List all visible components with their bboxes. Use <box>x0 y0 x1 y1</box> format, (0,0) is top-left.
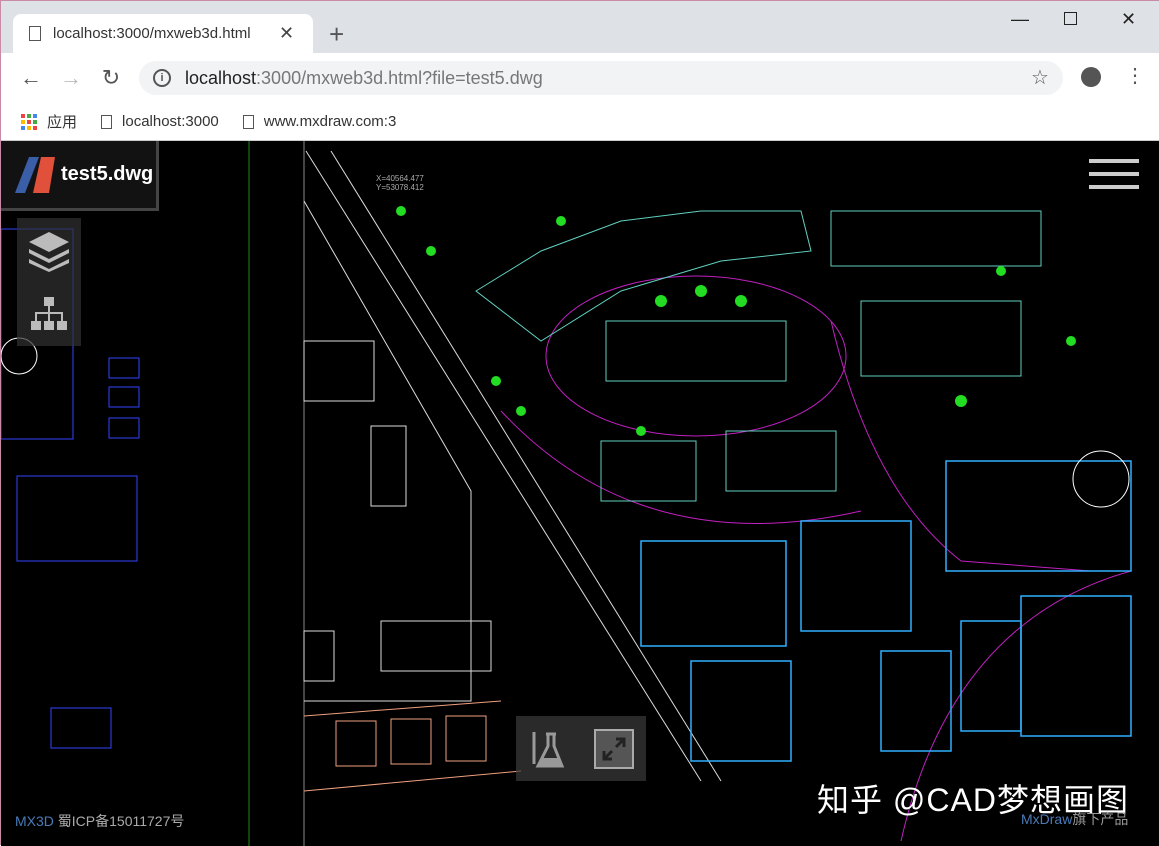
tab-title: localhost:3000/mxweb3d.html <box>53 25 269 42</box>
reload-button[interactable]: ↻ <box>91 65 131 91</box>
mx-logo-icon <box>15 157 55 193</box>
minimize-button[interactable]: — <box>1011 9 1029 30</box>
url-path: :3000/mxweb3d.html?file=test5.dwg <box>256 68 543 89</box>
structure-tree-button[interactable] <box>17 282 81 346</box>
browser-menu-icon[interactable]: ⋮ <box>1125 63 1145 88</box>
bottom-toolbar <box>516 716 646 781</box>
file-name: test5.dwg <box>61 163 153 186</box>
bookmark-label: 应用 <box>47 111 77 132</box>
bookmark-localhost[interactable]: localhost:3000 <box>101 113 219 130</box>
tab-strip: localhost:3000/mxweb3d.html ✕ + — ✕ <box>1 1 1159 53</box>
cad-viewer[interactable]: X=40564.477 Y=53078.412 test5.dwg 知乎 @CA… <box>1 141 1159 846</box>
footer-right: MxDraw旗下产品 <box>1021 809 1128 829</box>
close-window-button[interactable]: ✕ <box>1121 9 1136 30</box>
page-icon <box>101 115 112 129</box>
mxdraw-link[interactable]: MxDraw <box>1021 811 1072 827</box>
bookmarks-bar: 应用 localhost:3000 www.mxdraw.com:3 <box>1 103 1159 141</box>
new-tab-button[interactable]: + <box>329 19 344 50</box>
layers-button[interactable] <box>17 218 81 282</box>
url-host: localhost <box>185 68 256 89</box>
tree-hierarchy-icon <box>31 297 67 331</box>
footer-brand-link[interactable]: MX3D <box>15 813 54 829</box>
flask-lab-icon[interactable] <box>528 728 570 770</box>
footer-product-text: 旗下产品 <box>1072 811 1128 827</box>
footer-icp[interactable]: 蜀ICP备15011727号 <box>58 813 185 829</box>
bookmark-mxdraw[interactable]: www.mxdraw.com:3 <box>243 113 404 130</box>
bookmark-label: www.mxdraw.com:3 <box>264 113 404 130</box>
close-tab-icon[interactable]: ✕ <box>279 23 294 44</box>
info-icon[interactable]: i <box>153 69 171 87</box>
bookmark-label: localhost:3000 <box>122 113 219 130</box>
footer-left: MX3D 蜀ICP备15011727号 <box>15 811 184 831</box>
fullscreen-icon[interactable] <box>594 729 634 769</box>
apps-grid-icon <box>21 114 37 130</box>
layers-icon <box>27 228 71 272</box>
maximize-button[interactable] <box>1064 12 1077 25</box>
address-bar[interactable]: i localhost :3000/mxweb3d.html?file=test… <box>139 61 1063 95</box>
back-button[interactable]: ← <box>11 65 51 91</box>
bookmark-apps[interactable]: 应用 <box>21 111 77 132</box>
file-title-box: test5.dwg <box>1 141 159 211</box>
coord-y-label: Y=53078.412 <box>376 183 424 192</box>
profile-avatar[interactable] <box>1081 67 1101 87</box>
hamburger-menu-icon[interactable] <box>1089 159 1139 198</box>
bookmark-star-icon[interactable]: ☆ <box>1031 65 1049 90</box>
browser-toolbar: ← → ↻ i localhost :3000/mxweb3d.html?fil… <box>1 53 1159 103</box>
browser-tab[interactable]: localhost:3000/mxweb3d.html ✕ <box>13 14 313 53</box>
roundabout <box>1073 451 1129 507</box>
page-icon <box>243 115 254 129</box>
page-icon <box>29 26 41 41</box>
forward-button[interactable]: → <box>51 65 91 91</box>
coord-x-label: X=40564.477 <box>376 174 424 183</box>
